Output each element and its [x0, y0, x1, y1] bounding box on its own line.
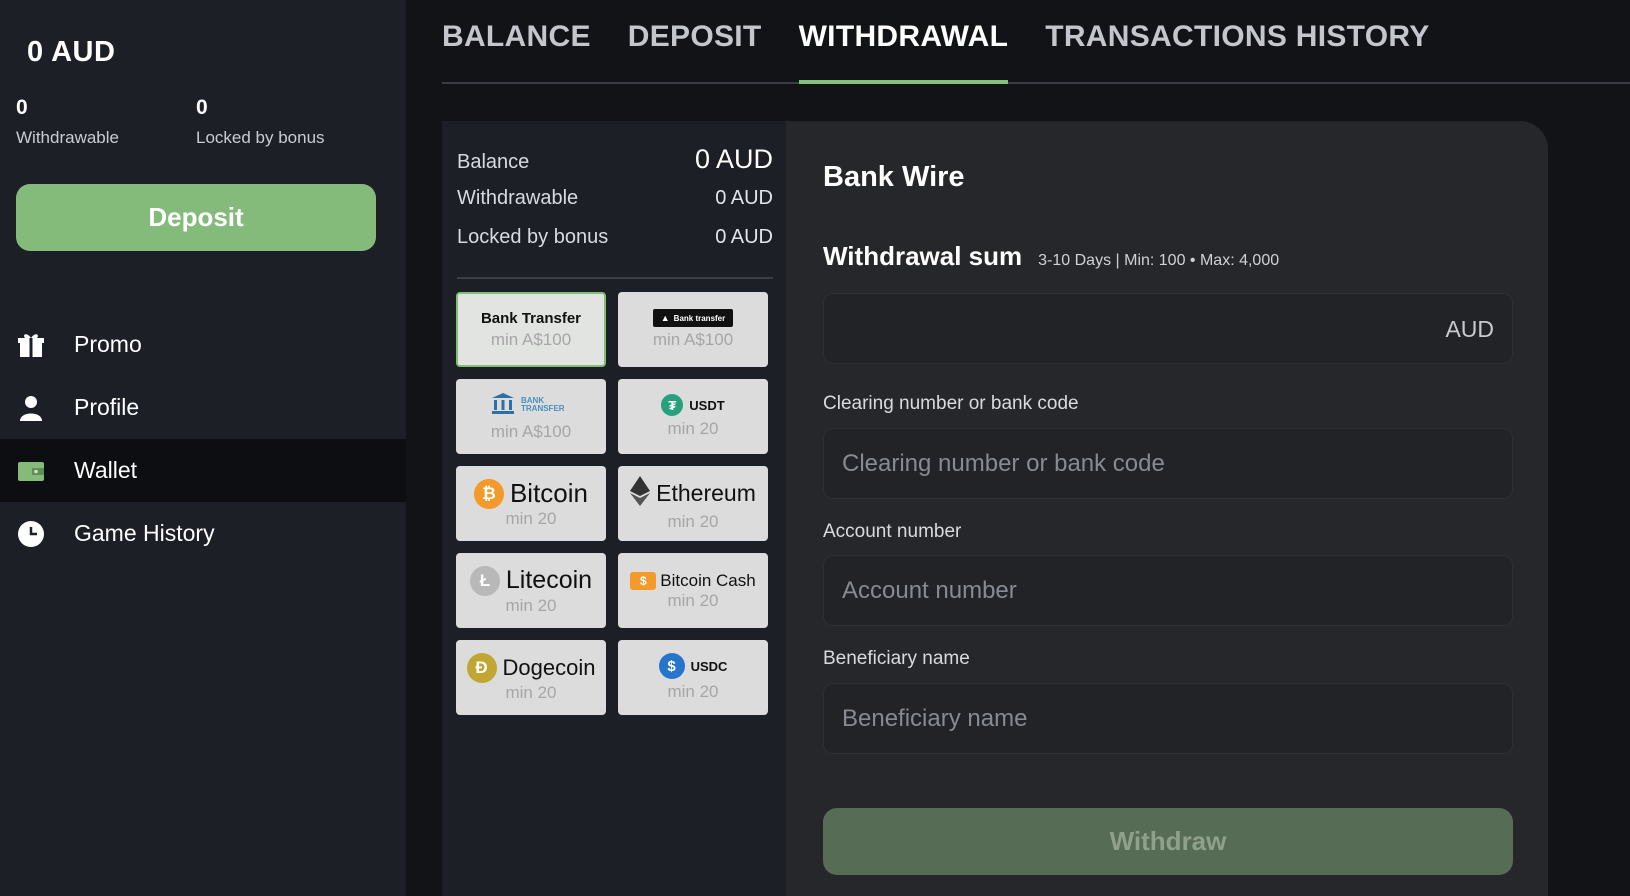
usdc-icon: $	[658, 653, 685, 679]
method-bank-transfer[interactable]: Bank Transfer min A$100	[456, 292, 606, 367]
bank-icon: ▲	[660, 313, 670, 323]
litecoin-icon: Ł	[469, 565, 500, 596]
method-usdc[interactable]: $ USDC min 20	[618, 640, 768, 715]
user-icon	[16, 393, 46, 423]
account-label: Account number	[823, 521, 962, 542]
sidebar-item-profile[interactable]: Profile	[0, 376, 406, 439]
ethereum-logo: Ethereum	[630, 475, 756, 512]
withdrawal-sum-header: Withdrawal sum 3-10 Days | Min: 100 • Ma…	[823, 241, 1279, 272]
sidebar-item-label: Wallet	[74, 457, 138, 483]
clock-icon	[16, 519, 46, 549]
deposit-button[interactable]: Deposit	[16, 184, 376, 251]
summary-balance-value: 0 AUD	[694, 144, 773, 174]
currency-suffix: AUD	[1445, 316, 1494, 342]
beneficiary-name-input[interactable]	[823, 683, 1513, 754]
summary-balance-row: Balance 0 AUD	[457, 144, 773, 175]
withdrawal-sum-label: Withdrawal sum	[823, 241, 1023, 271]
sidebar-item-game-history[interactable]: Game History	[0, 502, 406, 565]
summary-balance-label: Balance	[457, 151, 530, 173]
locked-label: Locked by bonus	[196, 128, 325, 147]
method-min: min 20	[667, 590, 719, 610]
tab-withdrawal[interactable]: WITHDRAWAL	[798, 0, 1009, 84]
clearing-number-input[interactable]	[823, 428, 1513, 499]
dogecoin-logo: Ð Dogecoin	[466, 652, 595, 683]
method-min: min 20	[667, 682, 719, 701]
method-min: min 20	[505, 509, 557, 528]
balance-total: 0 AUD	[27, 36, 116, 68]
sidebar-nav: Promo Profile Wallet Game History	[0, 313, 406, 565]
bitcoin-icon: ₿	[473, 478, 504, 509]
withdrawal-limits: 3-10 Days | Min: 100 • Max: 4,000	[1038, 252, 1280, 269]
payment-method-panel: Balance 0 AUD Withdrawable 0 AUD Locked …	[442, 121, 786, 896]
method-usdt[interactable]: ₮ USDT min 20	[618, 379, 768, 454]
withdrawable-summary: 0 Withdrawable	[16, 96, 119, 148]
method-bitcoin-cash[interactable]: $ Bitcoin Cash min 20	[618, 553, 768, 628]
ethereum-icon	[630, 475, 651, 512]
bank-building-icon	[491, 392, 515, 419]
litecoin-logo: Ł Litecoin	[469, 565, 592, 596]
tab-balance[interactable]: BALANCE	[442, 0, 591, 82]
withdrawable-value: 0	[16, 96, 28, 119]
method-bank-transfer-alt[interactable]: ▲ Bank transfer min A$100	[618, 292, 768, 367]
gift-icon	[16, 330, 46, 360]
summary-locked-row: Locked by bonus 0 AUD	[457, 226, 773, 249]
method-dogecoin[interactable]: Ð Dogecoin min 20	[456, 640, 606, 715]
wallet-tabs: BALANCE DEPOSIT WITHDRAWAL TRANSACTIONS …	[442, 0, 1630, 84]
method-min: min 20	[505, 595, 557, 615]
bitcoin-cash-logo: $ Bitcoin Cash	[630, 571, 756, 591]
summary-locked-label: Locked by bonus	[457, 226, 609, 248]
summary-withdrawable-label: Withdrawable	[457, 187, 579, 209]
withdrawal-amount-input[interactable]	[823, 293, 1513, 364]
method-min: min A$100	[490, 421, 572, 441]
method-min: min 20	[667, 419, 719, 438]
summary-locked-value: 0 AUD	[715, 226, 773, 248]
method-min: min A$100	[490, 329, 572, 349]
locked-summary: 0 Locked by bonus	[196, 96, 325, 148]
locked-value: 0	[196, 96, 208, 119]
wallet-icon	[16, 456, 46, 486]
account-number-input[interactable]	[823, 555, 1513, 626]
sidebar: 0 AUD 0 Withdrawable 0 Locked by bonus D…	[0, 0, 406, 896]
sidebar-item-wallet[interactable]: Wallet	[0, 439, 406, 502]
bitcoin-logo: ₿ Bitcoin	[473, 478, 588, 509]
bank-logo: ▲ Bank transfer	[652, 309, 734, 327]
withdraw-button[interactable]: Withdraw	[823, 808, 1513, 875]
bitcoin-cash-icon: $	[630, 571, 657, 590]
method-name: Bank Transfer	[480, 309, 582, 327]
method-min: min A$100	[652, 330, 734, 349]
summary-divider	[457, 277, 773, 279]
summary-withdrawable-row: Withdrawable 0 AUD	[457, 187, 773, 210]
form-title: Bank Wire	[823, 161, 965, 193]
dogecoin-icon: Ð	[466, 652, 497, 683]
sidebar-item-promo[interactable]: Promo	[0, 313, 406, 376]
withdrawable-label: Withdrawable	[16, 128, 119, 147]
sidebar-item-label: Promo	[74, 331, 142, 357]
withdrawal-form: Bank Wire Withdrawal sum 3-10 Days | Min…	[786, 121, 1548, 896]
method-ethereum[interactable]: Ethereum min 20	[618, 466, 768, 541]
tab-transactions-history[interactable]: TRANSACTIONS HISTORY	[1045, 0, 1429, 82]
usdt-logo: ₮ USDT	[661, 394, 725, 416]
method-bitcoin[interactable]: ₿ Bitcoin min 20	[456, 466, 606, 541]
method-min: min 20	[667, 511, 719, 531]
method-bank-transfer-blue[interactable]: BANK TRANSFER min A$100	[456, 379, 606, 454]
usdc-logo: $ USDC	[658, 653, 727, 679]
tab-deposit[interactable]: DEPOSIT	[628, 0, 762, 82]
sidebar-item-label: Profile	[74, 394, 140, 420]
clearing-label: Clearing number or bank code	[823, 393, 1079, 414]
tether-icon: ₮	[661, 394, 684, 416]
sidebar-item-label: Game History	[74, 520, 215, 546]
method-min: min 20	[505, 682, 557, 702]
method-grid: Bank Transfer min A$100 ▲ Bank transfer …	[456, 292, 768, 715]
beneficiary-label: Beneficiary name	[823, 648, 970, 669]
summary-withdrawable-value: 0 AUD	[715, 187, 773, 209]
bank-logo: BANK TRANSFER	[491, 392, 571, 419]
method-litecoin[interactable]: Ł Litecoin min 20	[456, 553, 606, 628]
